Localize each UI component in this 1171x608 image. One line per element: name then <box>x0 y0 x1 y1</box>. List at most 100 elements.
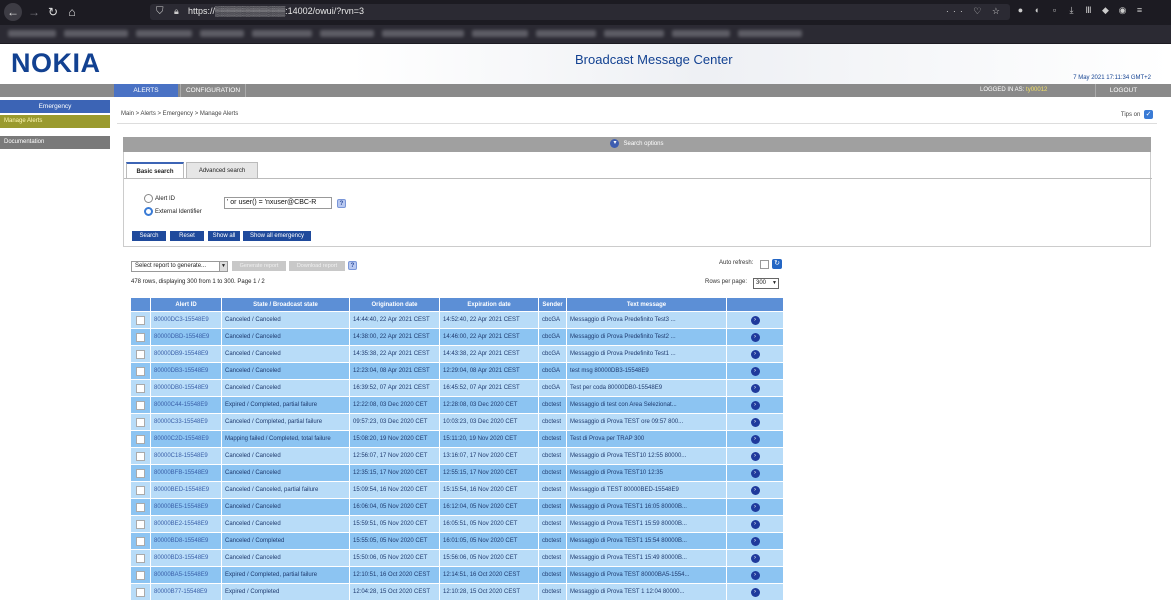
lock-icon[interactable]: 🔒︎ <box>174 7 182 16</box>
back-icon[interactable]: ← <box>4 3 22 21</box>
alert-id-cell[interactable]: 80000C2D-15548E9 <box>150 430 222 448</box>
details-icon[interactable]: › <box>750 451 760 461</box>
row-checkbox[interactable] <box>136 366 145 376</box>
generate-report-button[interactable]: Generate report <box>232 261 286 271</box>
forward-icon[interactable]: → <box>26 4 42 20</box>
show-all-button[interactable]: Show all <box>208 231 240 241</box>
row-checkbox[interactable] <box>136 383 145 393</box>
page-actions[interactable]: ··· ♡ ☆ <box>946 6 1004 17</box>
table-row[interactable]: 80000BFB-15548E9 Canceled / Canceled 12:35… <box>130 464 784 482</box>
chevron-down-icon[interactable]: ▼ <box>219 262 227 271</box>
row-checkbox[interactable] <box>136 570 145 580</box>
table-row[interactable]: 80000C2D-15548E9 Mapping failed / Complet… <box>130 430 784 448</box>
alert-id-cell[interactable]: 80000BE5-15548E9 <box>150 498 222 516</box>
details-icon[interactable]: › <box>750 570 760 580</box>
details-icon[interactable]: › <box>750 315 760 325</box>
auto-refresh-checkbox[interactable] <box>760 260 769 269</box>
row-checkbox[interactable] <box>136 536 145 546</box>
url-bar[interactable]: ⛉ 🔒︎ https://▒▒▒▒▒▒▒▒▒▒▒:14002/owui/?rvn… <box>150 4 1010 20</box>
row-checkbox[interactable] <box>136 434 145 444</box>
bookmark-item[interactable] <box>64 30 128 37</box>
help-icon[interactable]: ? <box>348 261 357 270</box>
row-checkbox[interactable] <box>136 519 145 529</box>
details-icon[interactable]: › <box>750 502 760 512</box>
bookmark-item[interactable] <box>604 30 664 37</box>
column-header-alert-id[interactable]: Alert ID <box>150 297 222 312</box>
table-row[interactable]: 80000BD8-15548E9 Canceled / Completed 15:5… <box>130 532 784 550</box>
table-row[interactable]: 80000DBD-15548E9 Canceled / Canceled 14:38… <box>130 328 784 346</box>
alert-id-cell[interactable]: 80000BD8-15548E9 <box>150 532 222 550</box>
details-icon[interactable]: › <box>750 332 760 342</box>
column-header-origination-date[interactable]: Origination date <box>349 297 440 312</box>
column-header-expiration-date[interactable]: Expiration date <box>439 297 539 312</box>
extension-icon[interactable]: ● <box>1012 5 1029 15</box>
bookmark-item[interactable] <box>252 30 312 37</box>
table-row[interactable]: 80000BA5-15548E9 Expired / Completed, par… <box>130 566 784 584</box>
url-text[interactable]: https://▒▒▒▒▒▒▒▒▒▒▒:14002/owui/?rvn=3 <box>188 6 364 16</box>
alert-id-cell[interactable]: 80000DB9-15548E9 <box>150 345 222 363</box>
alert-id-cell[interactable]: 80000DC3-15548E9 <box>150 311 222 329</box>
row-checkbox[interactable] <box>136 468 145 478</box>
radio-button[interactable] <box>144 194 153 203</box>
download-icon[interactable]: ⤓ <box>1063 5 1080 16</box>
bookmark-item[interactable] <box>8 30 56 37</box>
table-row[interactable]: 80000DB3-15548E9 Canceled / Canceled 12:23… <box>130 362 784 380</box>
alert-id-cell[interactable]: 80000C44-15548E9 <box>150 396 222 414</box>
rows-per-page-select[interactable]: 300 ▼ <box>753 278 779 289</box>
extension-icon[interactable]: ◐ <box>1029 5 1046 15</box>
row-checkbox[interactable] <box>136 485 145 495</box>
details-icon[interactable]: › <box>750 400 760 410</box>
search-button[interactable]: Search <box>132 231 166 241</box>
bookmark-item[interactable] <box>200 30 244 37</box>
shield-icon[interactable]: ⛉ <box>156 6 164 17</box>
help-icon[interactable]: ? <box>337 199 346 208</box>
details-icon[interactable]: › <box>750 553 760 563</box>
search-options-bar[interactable]: ▾ Search options <box>123 137 1151 152</box>
tips-toggle[interactable]: Tips on ✓ <box>1121 110 1153 119</box>
bookmark-item[interactable] <box>472 30 528 37</box>
download-report-button[interactable]: Download report <box>289 261 345 271</box>
bookmark-item[interactable] <box>536 30 596 37</box>
table-row[interactable]: 80000BE2-15548E9 Canceled / Canceled 15:59… <box>130 515 784 533</box>
show-all-emergency-button[interactable]: Show all emergency <box>243 231 311 241</box>
table-row[interactable]: 80000C33-15548E9 Canceled / Completed, pa… <box>130 413 784 431</box>
table-row[interactable]: 80000BD3-15548E9 Canceled / Canceled 15:50… <box>130 549 784 567</box>
row-checkbox[interactable] <box>136 553 145 563</box>
extension-icon[interactable]: ▫ <box>1046 5 1063 15</box>
row-checkbox[interactable] <box>136 332 145 342</box>
tab-basic-search[interactable]: Basic search <box>126 162 184 178</box>
table-row[interactable]: 80000BED-15548E9 Canceled / Canceled, par… <box>130 481 784 499</box>
details-icon[interactable]: › <box>750 417 760 427</box>
alert-id-cell[interactable]: 80000BD3-15548E9 <box>150 549 222 567</box>
bookmark-item[interactable] <box>320 30 374 37</box>
alert-id-cell[interactable]: 80000DBD-15548E9 <box>150 328 222 346</box>
collapse-icon[interactable]: ▾ <box>610 138 620 148</box>
breadcrumb-path[interactable]: Main > Alerts > Emergency > Manage Alert… <box>121 111 238 117</box>
reset-button[interactable]: Reset <box>170 231 204 241</box>
details-icon[interactable]: › <box>750 587 760 597</box>
tab-alerts[interactable]: ALERTS <box>114 84 178 97</box>
radio-alert-id[interactable]: Alert ID <box>144 194 175 203</box>
menu-icon[interactable]: ≡ <box>1131 5 1148 15</box>
row-checkbox[interactable] <box>136 417 145 427</box>
alert-id-cell[interactable]: 80000B77-15548E9 <box>150 583 222 601</box>
details-icon[interactable]: › <box>750 536 760 546</box>
alert-id-cell[interactable]: 80000DB3-15548E9 <box>150 362 222 380</box>
bookmark-item[interactable] <box>738 30 802 37</box>
tab-advanced-search[interactable]: Advanced search <box>186 162 258 178</box>
column-header-text-message[interactable]: Text message <box>566 297 727 312</box>
sidebar-item-manage-alerts[interactable]: Manage Alerts <box>0 115 110 128</box>
details-icon[interactable]: › <box>750 349 760 359</box>
reload-icon[interactable]: ↻ <box>45 4 61 20</box>
radio-external-id[interactable]: External Identifier <box>144 207 202 216</box>
details-icon[interactable]: › <box>750 383 760 393</box>
row-checkbox[interactable] <box>136 587 145 597</box>
radio-button-selected[interactable] <box>144 207 153 216</box>
row-checkbox[interactable] <box>136 451 145 461</box>
alert-id-cell[interactable]: 80000C33-15548E9 <box>150 413 222 431</box>
table-row[interactable]: 80000C44-15548E9 Expired / Completed, par… <box>130 396 784 414</box>
table-row[interactable]: 80000DB9-15548E9 Canceled / Canceled 14:35… <box>130 345 784 363</box>
details-icon[interactable]: › <box>750 366 760 376</box>
row-checkbox[interactable] <box>136 349 145 359</box>
alert-id-cell[interactable]: 80000BED-15548E9 <box>150 481 222 499</box>
